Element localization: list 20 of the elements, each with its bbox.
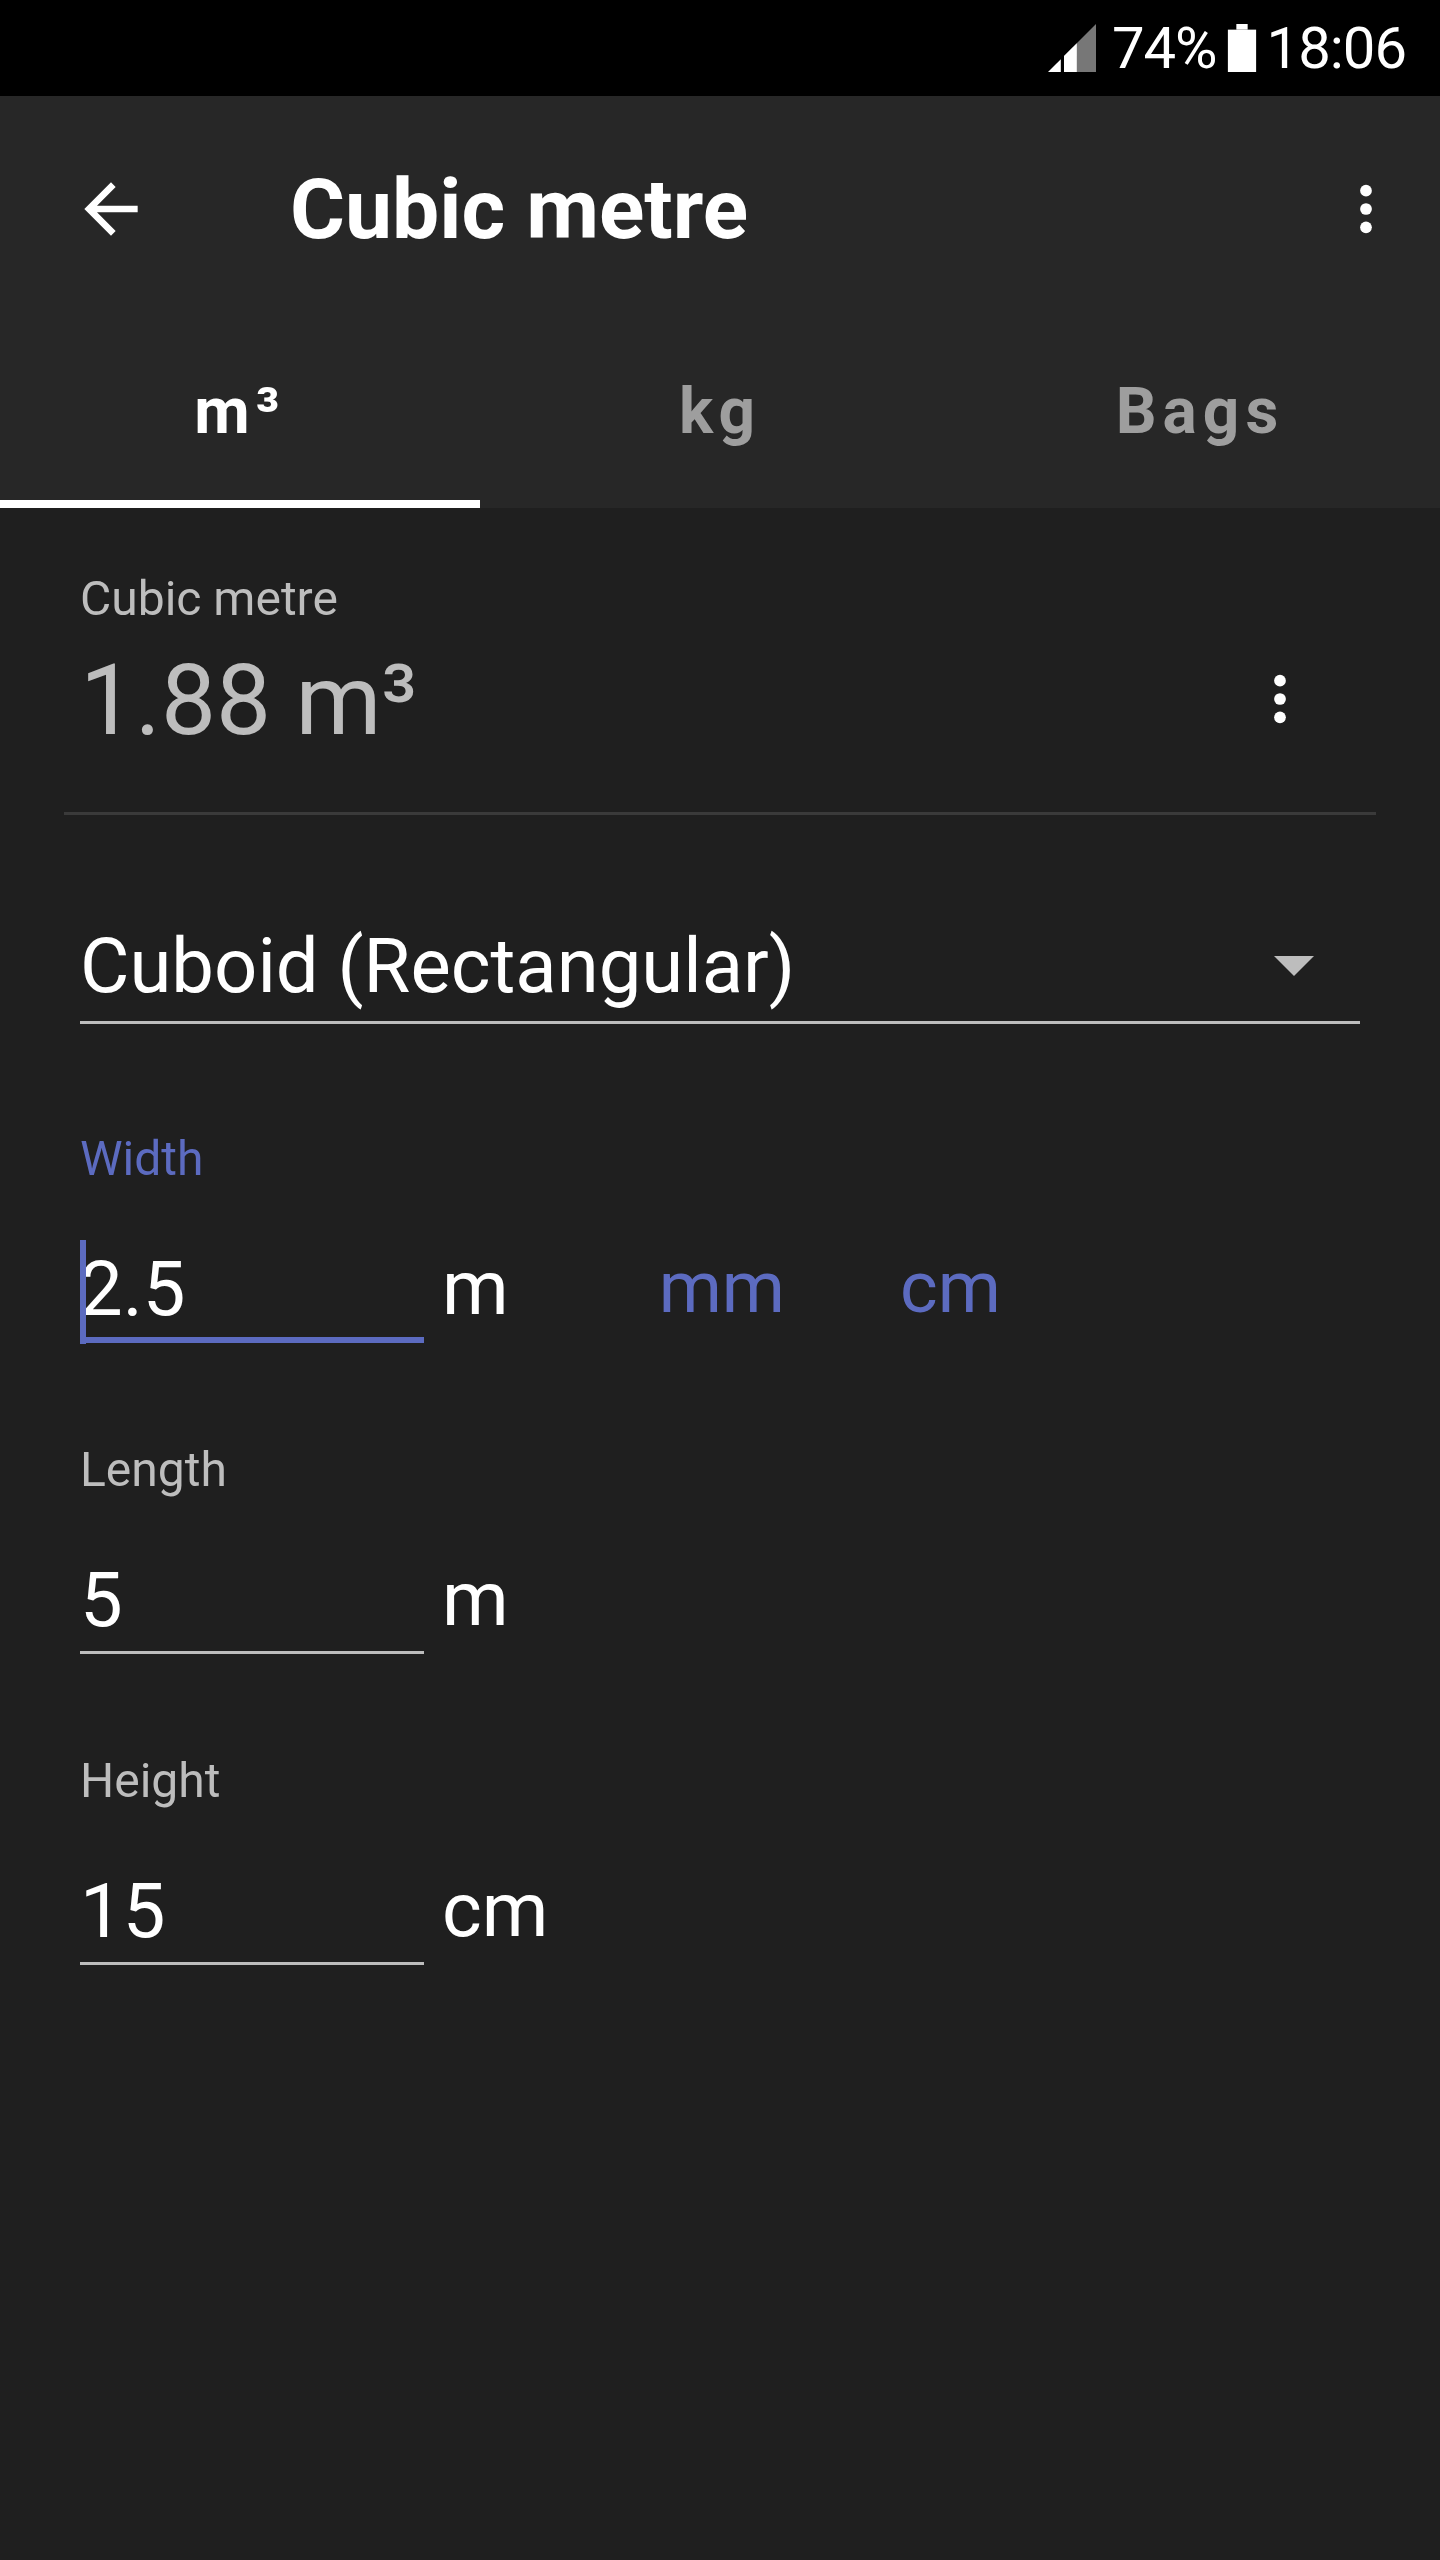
tab[interactable]: Bags — [960, 322, 1440, 508]
field-label: Height — [80, 1752, 222, 1809]
tab[interactable]: kg — [480, 322, 960, 508]
result-label: Cubic metre — [80, 570, 339, 627]
input-field[interactable]: 15 — [80, 1866, 424, 1965]
result-value: 1.88 m³ — [80, 643, 419, 758]
signal-icon — [1047, 24, 1096, 72]
battery-icon — [1226, 24, 1257, 72]
unit-label: m — [442, 1554, 509, 1646]
battery-percentage: 74% — [1111, 14, 1217, 82]
clock: 18:06 — [1266, 14, 1406, 82]
unit-label: cm — [442, 1865, 549, 1957]
field-label: Width — [80, 1130, 205, 1187]
screen-title: Cubic metre — [290, 159, 750, 259]
shape-dropdown[interactable]: Cuboid (Rectangular) — [80, 921, 1360, 1024]
tab[interactable]: m³ — [0, 322, 480, 508]
dropdown-caret-icon — [1274, 956, 1314, 976]
input-field[interactable]: 5 — [80, 1555, 424, 1654]
unit-label: m — [442, 1243, 509, 1335]
field-label: Length — [80, 1441, 228, 1498]
